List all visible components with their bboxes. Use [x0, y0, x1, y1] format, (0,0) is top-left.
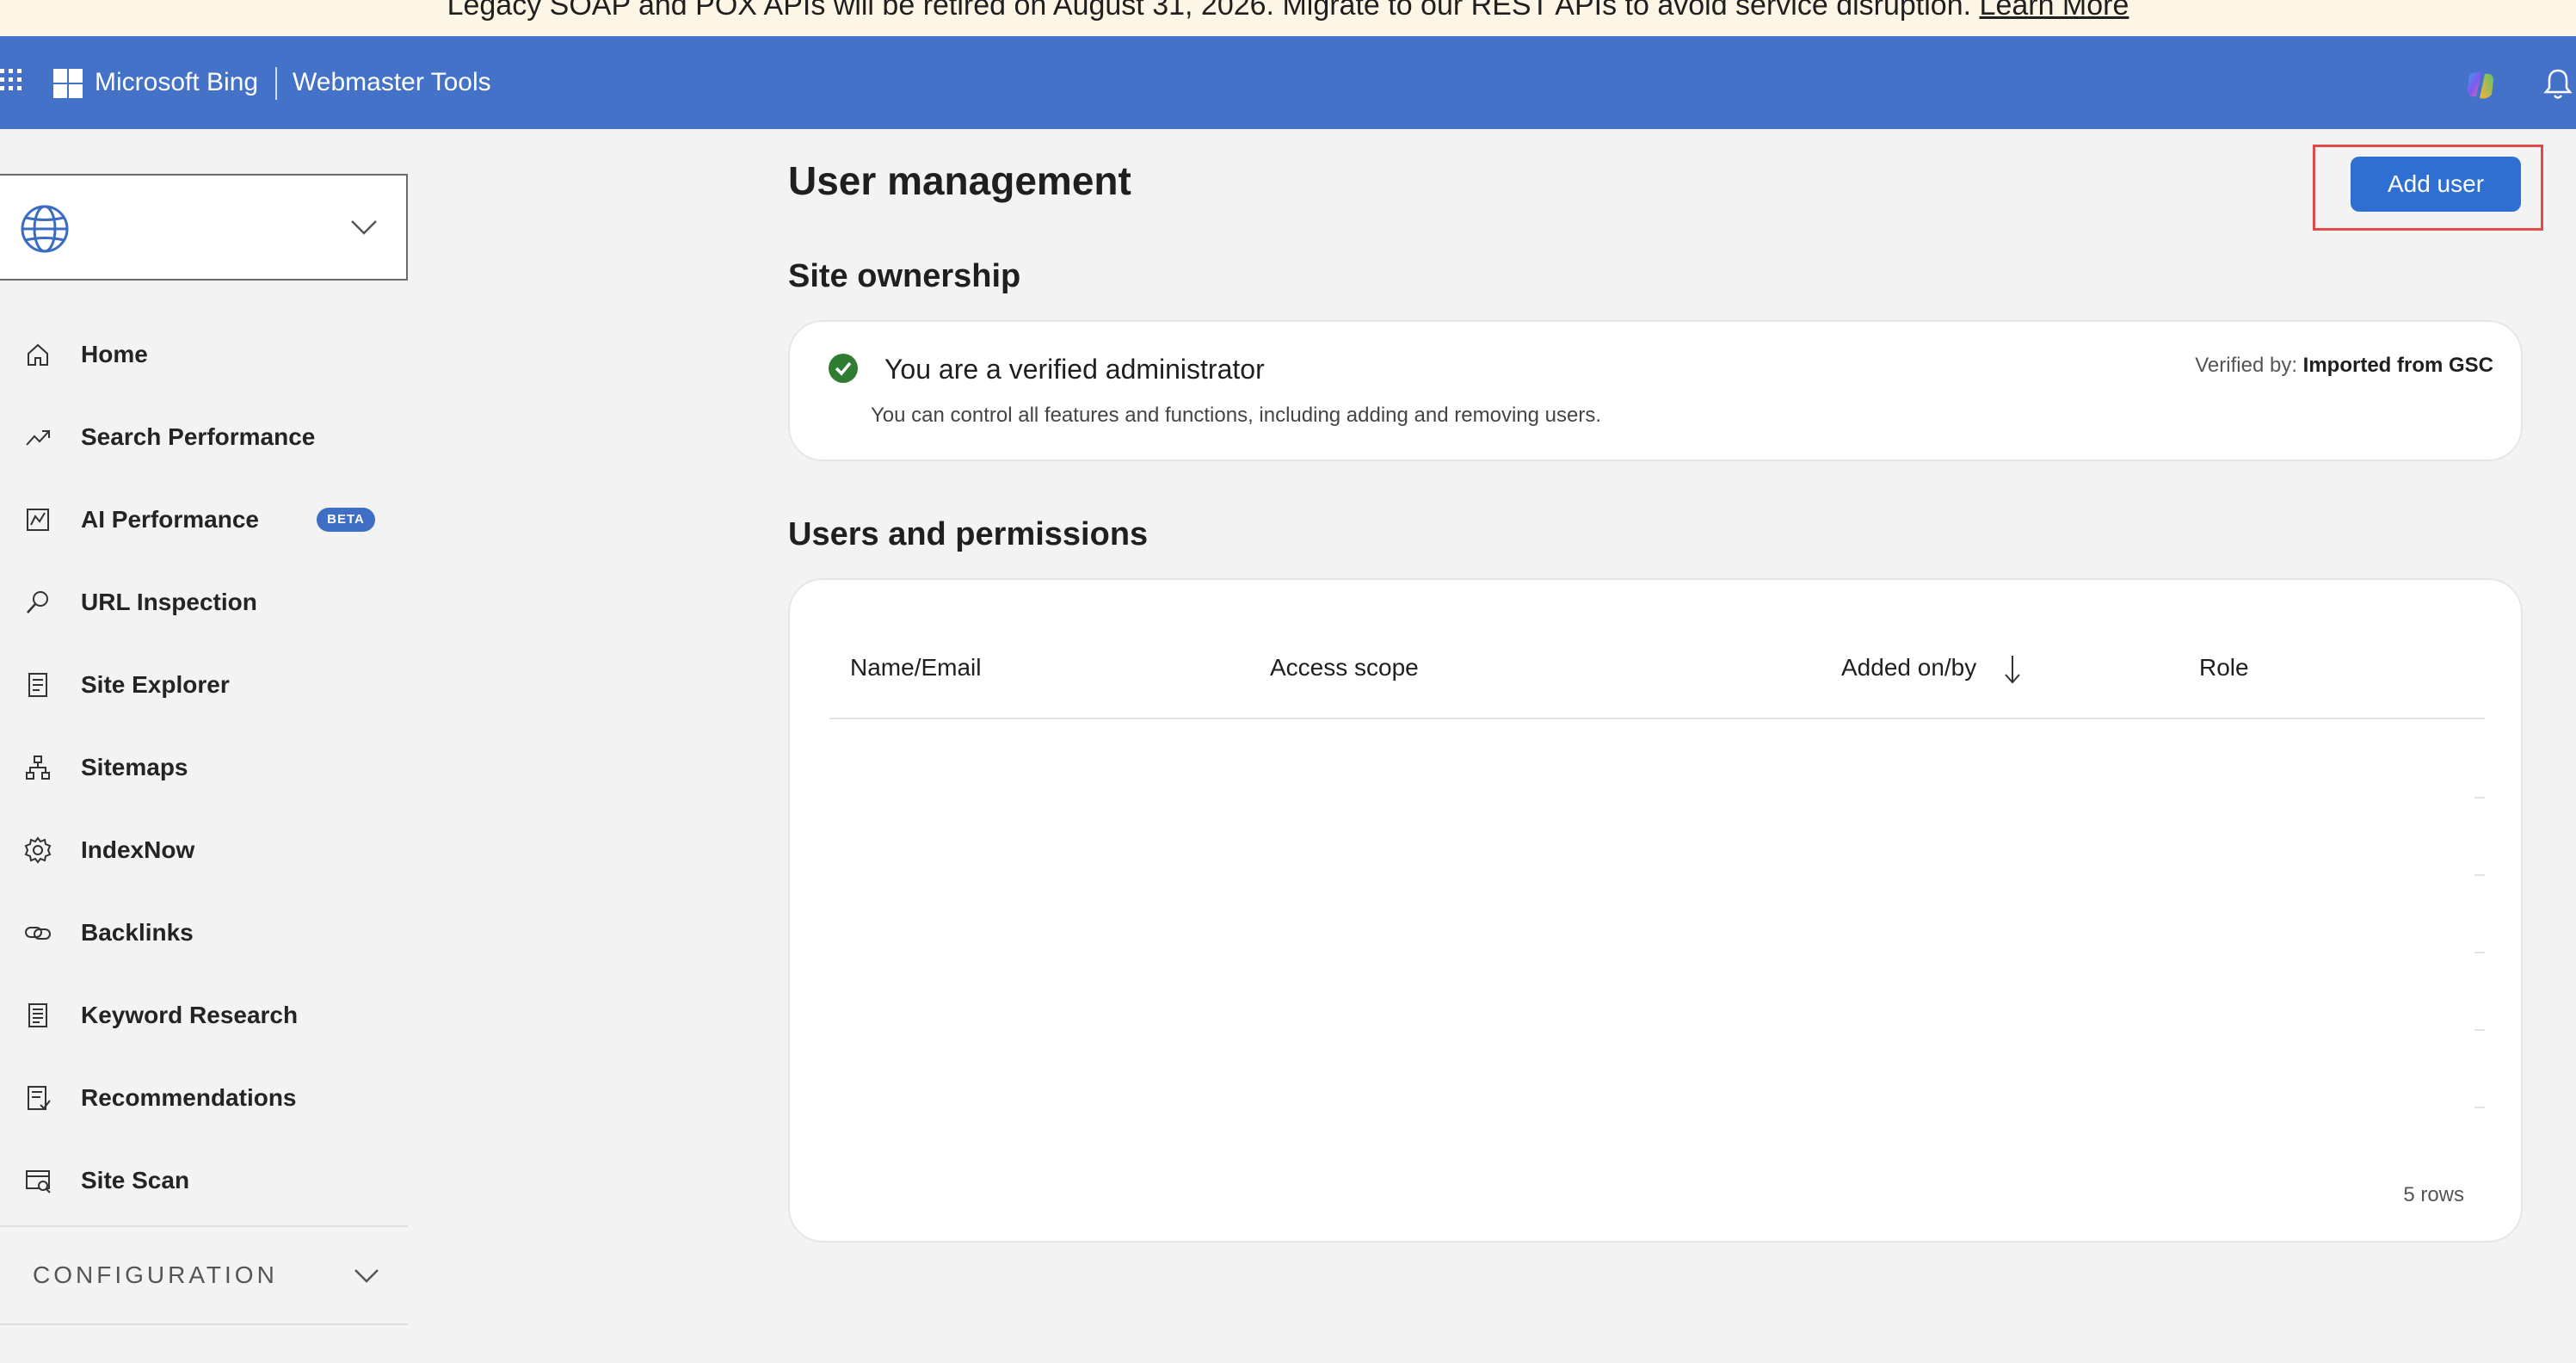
- page-title: User management: [788, 158, 1131, 203]
- sidebar-item-label: Search Performance: [81, 423, 316, 450]
- chart-icon: [27, 509, 49, 531]
- users-table-card: Name/Email Access scope Added on/by Role…: [788, 578, 2523, 1243]
- configuration-label: CONFIGURATION: [33, 1261, 278, 1288]
- announcement-banner: Legacy SOAP and POX APIs will be retired…: [0, 0, 2576, 36]
- scan-icon: [26, 1170, 51, 1193]
- verified-admin-description: You can control all features and functio…: [871, 404, 1601, 427]
- sidebar-item-ai-performance[interactable]: AI Performance BETA: [0, 478, 408, 561]
- sidebar-item-indexnow[interactable]: IndexNow: [0, 809, 408, 891]
- sidebar-item-label: Sitemaps: [81, 754, 188, 780]
- table-row: [2474, 1029, 2485, 1031]
- column-header-role[interactable]: Role: [2199, 651, 2249, 685]
- sidebar-item-url-inspection[interactable]: URL Inspection: [0, 561, 408, 644]
- banner-message: Legacy SOAP and POX APIs will be retired…: [447, 0, 1972, 22]
- app-launcher-icon[interactable]: [0, 69, 26, 95]
- sidebar-item-keyword-research[interactable]: Keyword Research: [0, 974, 408, 1057]
- search-icon: [27, 591, 48, 614]
- chevron-down-icon: [351, 220, 377, 235]
- beta-badge: BETA: [317, 508, 375, 532]
- configuration-section-toggle[interactable]: CONFIGURATION: [0, 1227, 408, 1323]
- sidebar-item-label: URL Inspection: [81, 589, 257, 615]
- sidebar-item-backlinks[interactable]: Backlinks: [0, 891, 408, 974]
- trend-icon: [26, 430, 50, 446]
- sidebar-item-search-performance[interactable]: Search Performance: [0, 396, 408, 478]
- notes-icon: [28, 1003, 47, 1027]
- table-header-row: Name/Email Access scope Added on/by Role: [829, 644, 2485, 718]
- table-row: [2474, 797, 2485, 799]
- sidebar-item-label: Site Explorer: [81, 671, 230, 698]
- sidebar-divider: [0, 1323, 408, 1325]
- table-row: [2474, 1107, 2485, 1108]
- banner-text: Legacy SOAP and POX APIs will be retired…: [0, 0, 2576, 22]
- sidebar-item-label: Recommendations: [81, 1084, 297, 1111]
- row-count: 5 rows: [2403, 1183, 2464, 1206]
- sidebar-item-label: Site Scan: [81, 1167, 190, 1193]
- verified-by-value: Imported from GSC: [2302, 354, 2493, 377]
- sidebar-item-label: IndexNow: [81, 836, 195, 863]
- verified-admin-status: You are a verified administrator: [884, 354, 1265, 385]
- sidebar-item-sitemaps[interactable]: Sitemaps: [0, 726, 408, 809]
- check-circle-icon: [829, 354, 858, 383]
- notification-bell-icon[interactable]: [2543, 67, 2573, 102]
- globe-icon: [21, 205, 69, 253]
- sidebar-nav: Home Search Performance AI Performance B…: [0, 313, 408, 1222]
- sidebar-item-label: Keyword Research: [81, 1002, 299, 1028]
- verified-by-label: Verified by:: [2195, 354, 2297, 377]
- table-row: [2474, 952, 2485, 953]
- learn-more-link[interactable]: Learn More: [1980, 0, 2129, 22]
- product-name[interactable]: Webmaster Tools: [293, 65, 491, 100]
- sidebar-item-label: Home: [81, 341, 148, 367]
- site-ownership-card: You are a verified administrator You can…: [788, 320, 2523, 461]
- top-header: Microsoft Bing Webmaster Tools: [0, 36, 2576, 129]
- column-header-label: Added on/by: [1841, 654, 1977, 681]
- sidebar-item-recommendations[interactable]: Recommendations: [0, 1057, 408, 1139]
- sort-descending-icon[interactable]: [2003, 652, 2022, 687]
- sidebar-item-home[interactable]: Home: [0, 313, 408, 396]
- sidebar-item-label: AI Performance: [81, 506, 259, 533]
- document-icon: [28, 673, 47, 697]
- table-header-divider: [829, 718, 2485, 719]
- column-header-added-on-by[interactable]: Added on/by: [1841, 651, 1976, 685]
- chevron-down-icon: [354, 1269, 379, 1283]
- column-header-access-scope[interactable]: Access scope: [1270, 651, 1419, 685]
- column-header-name-email[interactable]: Name/Email: [850, 651, 981, 685]
- site-selector-dropdown[interactable]: [0, 174, 408, 281]
- sidebar-item-label: Backlinks: [81, 919, 194, 946]
- table-row: [2474, 874, 2485, 876]
- users-permissions-heading: Users and permissions: [788, 516, 1149, 552]
- home-icon: [28, 343, 48, 366]
- sidebar-item-site-explorer[interactable]: Site Explorer: [0, 644, 408, 726]
- microsoft-logo-icon: [53, 69, 83, 98]
- sidebar-item-site-scan[interactable]: Site Scan: [0, 1139, 408, 1222]
- gear-icon: [24, 836, 52, 864]
- brand-name[interactable]: Microsoft Bing: [95, 65, 258, 100]
- checklist-icon: [28, 1086, 51, 1110]
- header-divider: [275, 67, 277, 100]
- link-icon: [25, 927, 51, 940]
- copilot-icon[interactable]: [2462, 67, 2499, 103]
- sitemap-icon: [26, 756, 50, 780]
- verified-by: Verified by: Imported from GSC: [2195, 351, 2493, 380]
- site-ownership-heading: Site ownership: [788, 258, 1021, 294]
- add-user-button[interactable]: Add user: [2351, 157, 2521, 212]
